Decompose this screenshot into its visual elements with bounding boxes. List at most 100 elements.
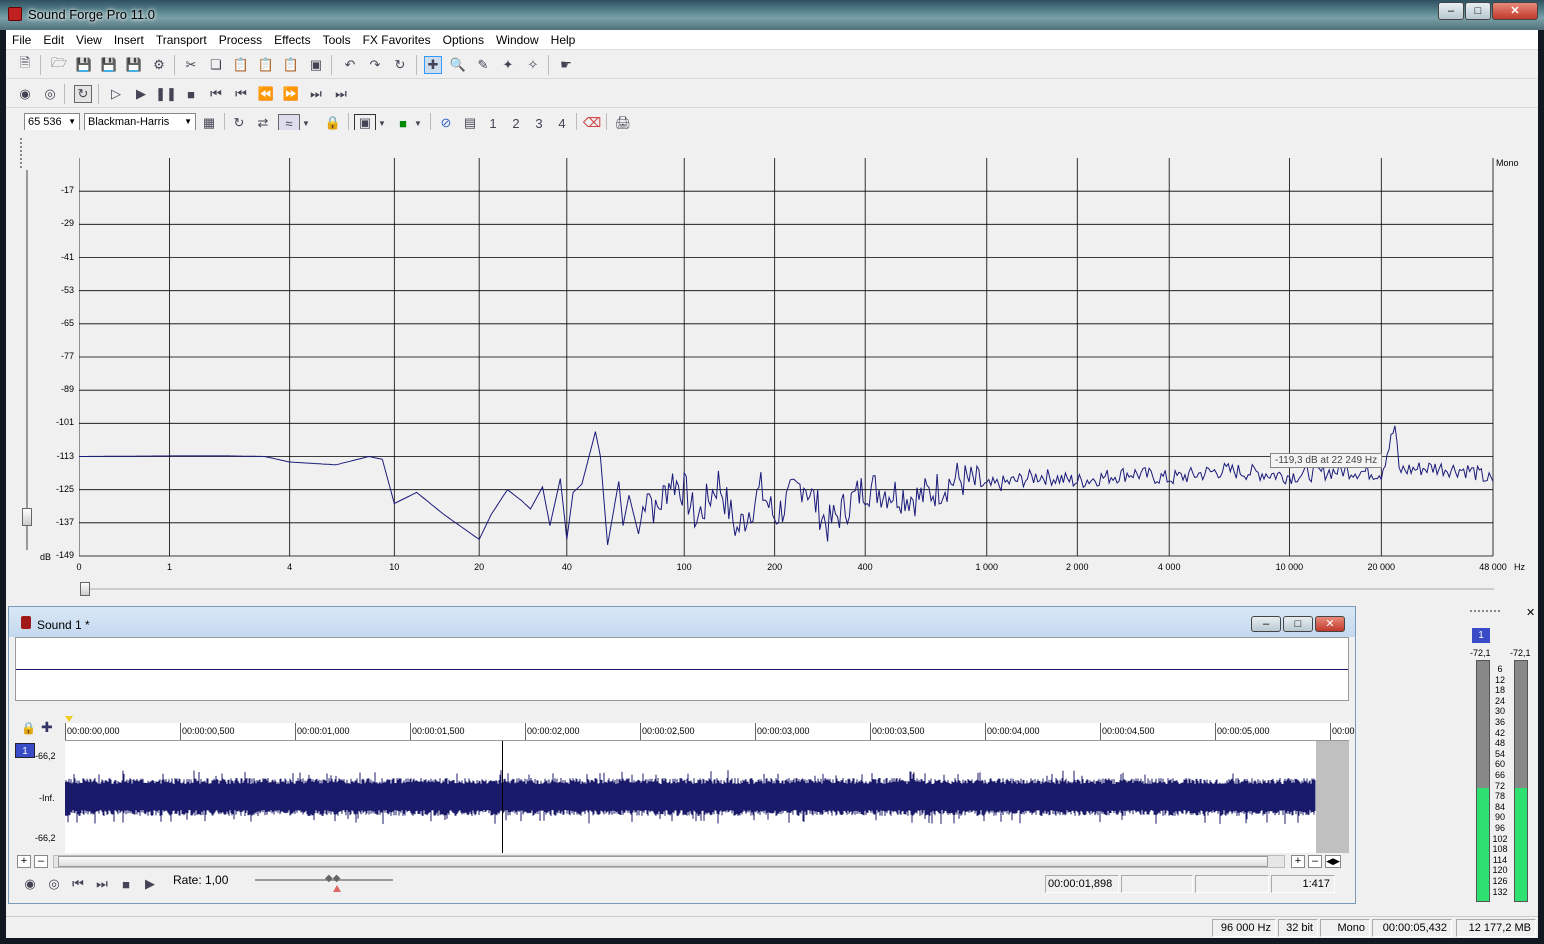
level-meter-panel: ✕ 1 -72,1 -72,1 6 12 18 24 30 36 42 48 54 60 66 72 7…: [1462, 606, 1538, 904]
waveform-area[interactable]: [65, 741, 1349, 853]
new-file-icon[interactable]: 🗎: [16, 55, 34, 74]
previous-marker-icon[interactable]: ⏮: [232, 85, 250, 103]
magnify-tool-icon[interactable]: 🔍: [449, 56, 467, 74]
sound-window-title: Sound 1 *: [37, 618, 90, 632]
x-tick-label: 1: [166, 562, 172, 572]
zoom-slider-thumb[interactable]: [22, 508, 32, 526]
save-icon[interactable]: 💾: [75, 56, 93, 74]
cursor-position[interactable]: 00:00:01,898: [1045, 875, 1119, 893]
menu-options[interactable]: Options: [437, 30, 490, 50]
ruler-label: 00:00:02,500: [642, 726, 695, 736]
menu-edit[interactable]: Edit: [37, 30, 70, 50]
fast-forward-icon[interactable]: ⏩: [282, 85, 300, 103]
play-icon[interactable]: ▶: [132, 85, 150, 103]
pencil-tool-icon[interactable]: ✎: [474, 56, 492, 74]
save-all-icon[interactable]: 💾: [100, 56, 118, 74]
right-peak-label[interactable]: -72,1: [1510, 648, 1531, 658]
arm-icon[interactable]: ◎: [41, 85, 59, 103]
snap-icon[interactable]: ✚: [41, 719, 53, 736]
render-icon[interactable]: 💾: [125, 56, 143, 74]
menu-tools[interactable]: Tools: [317, 30, 357, 50]
go-to-end-icon[interactable]: ⏭: [332, 85, 350, 103]
channel-badge[interactable]: 1: [15, 743, 35, 758]
horizontal-scrollbar[interactable]: [53, 855, 1285, 868]
scrollbar-thumb[interactable]: [58, 856, 1268, 867]
next-marker-icon[interactable]: ⏭: [307, 85, 325, 103]
sound-close-button[interactable]: ✕: [1315, 616, 1345, 632]
horizontal-slider-thumb[interactable]: [80, 582, 90, 596]
stop-icon[interactable]: ■: [182, 85, 200, 103]
zoom-in-time-button[interactable]: +: [1291, 855, 1305, 868]
loop-icon[interactable]: ↻: [74, 85, 92, 103]
cut-icon[interactable]: ✂: [182, 56, 200, 74]
zoom-out-button[interactable]: –: [34, 855, 48, 868]
time-ruler[interactable]: 00:00:00,000 00:00:00,500 00:00:01,000 00:0…: [65, 716, 1355, 741]
sound-minimize-button[interactable]: –: [1251, 616, 1281, 632]
rewind-icon[interactable]: ⏪: [257, 85, 275, 103]
event-tool-icon[interactable]: ✧: [524, 56, 542, 74]
open-folder-icon[interactable]: 🗁: [50, 55, 68, 74]
go-to-start-icon[interactable]: ⏮: [69, 875, 87, 893]
playback-cursor[interactable]: [502, 741, 503, 853]
menu-transport[interactable]: Transport: [150, 30, 213, 50]
standard-toolbar: 🗎 🗁 💾 💾 💾 ⚙ ✂ ❏ 📋 📋 📋 ▣ ↶ ↷ ↻ ✚ 🔍 ✎ ✦ ✧ …: [6, 51, 1538, 79]
menu-effects[interactable]: Effects: [268, 30, 316, 50]
rate-slider-thumb[interactable]: ◆◆: [325, 873, 349, 885]
minimize-button[interactable]: –: [1438, 2, 1464, 20]
menu-help[interactable]: Help: [545, 30, 582, 50]
meter-grip[interactable]: [1470, 610, 1500, 614]
menu-window[interactable]: Window: [490, 30, 545, 50]
zoom-fit-button[interactable]: ◀▶: [1325, 855, 1341, 868]
zoom-ratio[interactable]: 1:417: [1271, 875, 1335, 893]
copy-icon[interactable]: ❏: [207, 56, 225, 74]
left-level-bar: [1476, 660, 1490, 902]
start-marker-icon[interactable]: [65, 716, 73, 722]
overview-bar[interactable]: [15, 637, 1349, 701]
stop-icon[interactable]: ■: [117, 875, 135, 893]
menu-file[interactable]: File: [6, 30, 37, 50]
zoom-out-time-button[interactable]: –: [1308, 855, 1322, 868]
envelope-tool-icon[interactable]: ✦: [499, 56, 517, 74]
sound-maximize-button[interactable]: □: [1283, 616, 1313, 632]
meter-scale-label: 24: [1494, 695, 1505, 706]
record-icon[interactable]: ◉: [16, 85, 34, 103]
go-to-start-icon[interactable]: ⏮: [207, 85, 225, 103]
menu-insert[interactable]: Insert: [108, 30, 150, 50]
record-icon[interactable]: ◉: [21, 875, 39, 893]
repeat-icon[interactable]: ↻: [391, 56, 409, 74]
left-peak-label[interactable]: -72,1: [1470, 648, 1491, 658]
undo-icon[interactable]: ↶: [341, 56, 359, 74]
pause-icon[interactable]: ❚❚: [155, 85, 177, 103]
help-pointer-icon[interactable]: ☛: [557, 56, 575, 74]
close-button[interactable]: ✕: [1492, 2, 1538, 20]
edit-tool-icon[interactable]: ✚: [424, 56, 442, 74]
fft-size-select[interactable]: 65 536 ▼: [24, 113, 80, 131]
lock-icon[interactable]: 🔒: [21, 721, 36, 735]
play-icon[interactable]: ▶: [141, 875, 159, 893]
free-space: 12 177,2 MB: [1456, 919, 1536, 937]
meter-close-icon[interactable]: ✕: [1526, 606, 1535, 619]
redo-icon[interactable]: ↷: [366, 56, 384, 74]
paste-mix-icon[interactable]: 📋: [282, 56, 300, 74]
maximize-button[interactable]: □: [1465, 2, 1491, 20]
menu-process[interactable]: Process: [213, 30, 268, 50]
spectrum-plot[interactable]: [79, 158, 1495, 558]
selection-length[interactable]: [1195, 875, 1269, 893]
ruler-tick: [295, 723, 296, 740]
panel-grip[interactable]: [20, 138, 24, 168]
meter-channel-badge[interactable]: 1: [1472, 628, 1490, 643]
publish-icon[interactable]: ⚙: [150, 56, 168, 74]
window-type-select[interactable]: Blackman-Harris ▼: [84, 113, 196, 131]
play-all-icon[interactable]: ▷: [107, 85, 125, 103]
menu-view[interactable]: View: [70, 30, 108, 50]
zoom-in-button[interactable]: +: [17, 855, 31, 868]
crop-icon[interactable]: ▣: [307, 56, 325, 74]
spectrum-line: [79, 425, 1494, 545]
arm-icon[interactable]: ◎: [45, 875, 63, 893]
go-to-end-icon[interactable]: ⏭: [93, 875, 111, 893]
paste-insert-icon[interactable]: 📋: [257, 56, 275, 74]
y-tick-label: -89: [60, 384, 74, 395]
menu-fx-favorites[interactable]: FX Favorites: [357, 30, 437, 50]
paste-icon[interactable]: 📋: [232, 56, 250, 74]
selection-start[interactable]: [1121, 875, 1193, 893]
